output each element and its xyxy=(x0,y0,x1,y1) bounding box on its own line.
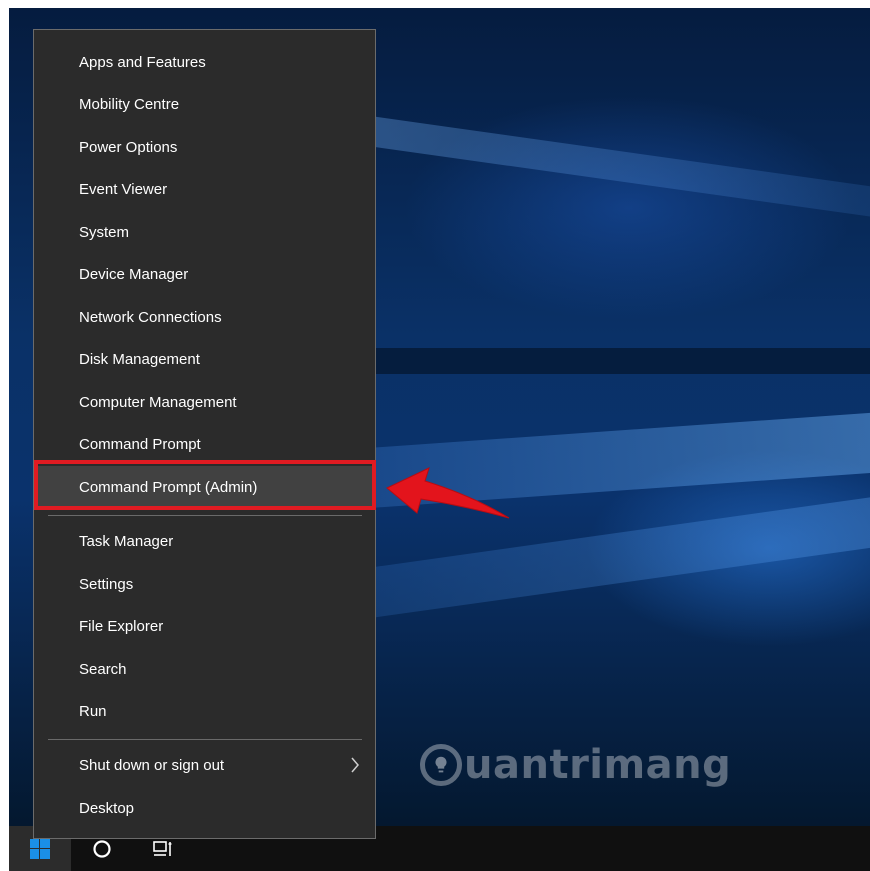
menu-item-network-connections[interactable]: Network Connections xyxy=(35,296,374,338)
menu-item-label: Power Options xyxy=(79,138,178,156)
menu-item-label: Desktop xyxy=(79,799,135,817)
menu-item-label: Task Manager xyxy=(79,532,174,550)
menu-separator xyxy=(48,515,362,516)
menu-item-label: Computer Management xyxy=(79,393,237,411)
cortana-circle-icon xyxy=(93,839,111,858)
lightbulb-icon xyxy=(420,744,462,786)
menu-item-system[interactable]: System xyxy=(35,211,374,253)
menu-item-command-prompt[interactable]: Command Prompt xyxy=(35,423,374,465)
watermark-text: uantrimang xyxy=(464,742,732,788)
menu-item-run[interactable]: Run xyxy=(35,690,374,732)
light-beam xyxy=(369,348,870,374)
chevron-right-icon xyxy=(351,757,359,773)
menu-item-mobility-centre[interactable]: Mobility Centre xyxy=(35,83,374,125)
menu-item-label: Search xyxy=(79,660,127,678)
menu-item-label: Settings xyxy=(79,575,134,593)
windows-logo-icon xyxy=(30,838,50,859)
light-beam xyxy=(366,116,870,219)
menu-item-device-manager[interactable]: Device Manager xyxy=(35,253,374,295)
menu-item-computer-management[interactable]: Computer Management xyxy=(35,381,374,423)
menu-item-task-manager[interactable]: Task Manager xyxy=(35,520,374,562)
menu-separator xyxy=(48,739,362,740)
menu-item-label: File Explorer xyxy=(79,617,164,635)
menu-item-label: Network Connections xyxy=(79,308,222,326)
task-view-icon xyxy=(153,840,172,856)
menu-item-label: Run xyxy=(79,702,107,720)
menu-item-disk-management[interactable]: Disk Management xyxy=(35,338,374,380)
menu-item-event-viewer[interactable]: Event Viewer xyxy=(35,168,374,210)
menu-item-label: Device Manager xyxy=(79,265,189,283)
menu-item-power-options[interactable]: Power Options xyxy=(35,126,374,168)
menu-item-label: Apps and Features xyxy=(79,53,206,71)
menu-item-file-explorer[interactable]: File Explorer xyxy=(35,605,374,647)
watermark: uantrimang xyxy=(420,742,731,788)
red-arrow-icon xyxy=(386,467,510,519)
menu-item-desktop[interactable]: Desktop xyxy=(35,787,374,829)
menu-item-label: Mobility Centre xyxy=(79,95,180,113)
menu-item-label: Event Viewer xyxy=(79,180,168,198)
menu-item-apps-and-features[interactable]: Apps and Features xyxy=(35,41,374,83)
menu-item-label: Command Prompt xyxy=(79,435,201,453)
menu-item-label: Disk Management xyxy=(79,350,200,368)
menu-item-settings[interactable]: Settings xyxy=(35,563,374,605)
menu-item-shut-down-or-sign-out[interactable]: Shut down or sign out xyxy=(35,744,374,786)
highlight-annotation-box xyxy=(34,460,376,510)
menu-item-label: System xyxy=(79,223,130,241)
winx-context-menu: Apps and Features Mobility Centre Power … xyxy=(33,29,376,839)
menu-item-search[interactable]: Search xyxy=(35,648,374,690)
menu-item-label: Shut down or sign out xyxy=(79,756,225,774)
